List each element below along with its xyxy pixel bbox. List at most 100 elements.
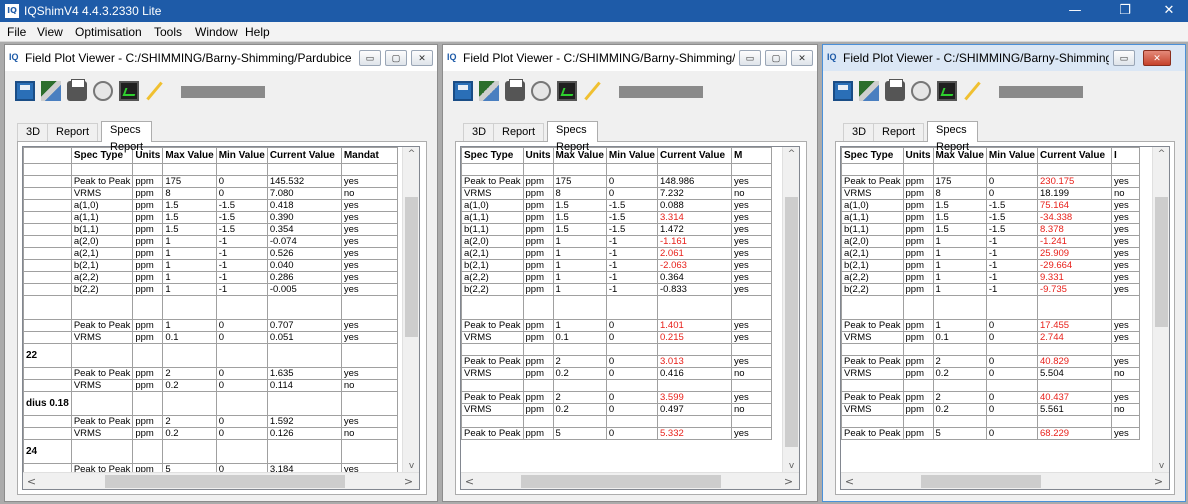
field-plot-viewer-window[interactable]: IQ Field Plot Viewer - C:/SHIMMING/Barny-…: [442, 44, 818, 502]
scroll-left-icon[interactable]: <: [841, 473, 858, 489]
horizontal-scrollbar[interactable]: < >: [461, 472, 799, 489]
column-header[interactable]: Spec Type: [461, 147, 524, 164]
column-header[interactable]: [23, 147, 72, 164]
scroll-up-icon[interactable]: ^: [783, 147, 799, 162]
window-maximize-button[interactable]: ▢: [385, 50, 407, 66]
field-plot-viewer-window[interactable]: IQ Field Plot Viewer - C:/SHIMMING/Barny-…: [4, 44, 438, 502]
vertical-scrollbar[interactable]: ^ v: [402, 147, 419, 474]
scroll-right-icon[interactable]: >: [780, 473, 797, 489]
tab-specs-report[interactable]: Specs Report: [101, 121, 153, 153]
vertical-scroll-thumb[interactable]: [785, 197, 798, 447]
edit-icon[interactable]: [41, 81, 61, 101]
horizontal-scroll-thumb[interactable]: [521, 475, 721, 488]
table-cell: no: [340, 427, 398, 440]
vertical-scrollbar[interactable]: ^ v: [782, 147, 799, 474]
vertical-scroll-thumb[interactable]: [1155, 197, 1168, 327]
specs-table-viewport[interactable]: Spec TypeUnitsMax ValueMin ValueCurrent …: [840, 146, 1170, 490]
column-header[interactable]: Units: [902, 147, 934, 164]
print-icon[interactable]: [67, 79, 87, 101]
horizontal-scroll-thumb[interactable]: [105, 475, 345, 488]
table-row: a(2,2) ppm 1 -1 0.286 yes: [23, 271, 398, 284]
zoom-icon[interactable]: [93, 81, 113, 101]
specs-report-pane: Spec TypeUnitsMax ValueMin ValueCurrent …: [835, 141, 1175, 495]
tab-specs-report[interactable]: Specs Report: [547, 121, 599, 153]
chart-icon[interactable]: [557, 81, 577, 101]
minimize-button[interactable]: —: [1060, 2, 1090, 20]
horizontal-scrollbar[interactable]: < >: [23, 472, 419, 489]
specs-table-viewport[interactable]: Spec TypeUnitsMax ValueMin ValueCurrent …: [22, 146, 420, 490]
pencil-icon[interactable]: [583, 81, 603, 101]
zoom-icon[interactable]: [911, 81, 931, 101]
tab-report[interactable]: Report: [493, 123, 545, 141]
menu-help[interactable]: Help: [245, 25, 270, 39]
menu-view[interactable]: View: [37, 25, 63, 39]
scroll-left-icon[interactable]: <: [23, 473, 40, 489]
column-header[interactable]: Current Value: [1037, 147, 1112, 164]
close-button[interactable]: ✕: [1154, 2, 1184, 20]
menu-tools[interactable]: Tools: [154, 25, 182, 39]
column-header[interactable]: Spec Type: [841, 147, 904, 164]
current-value-cell: 0.354: [266, 223, 342, 236]
tab-3d[interactable]: 3D: [463, 123, 496, 141]
tab-report[interactable]: Report: [873, 123, 925, 141]
column-header[interactable]: Min Value: [985, 147, 1039, 164]
scroll-left-icon[interactable]: <: [461, 473, 478, 489]
pencil-icon[interactable]: [145, 81, 165, 101]
restore-button[interactable]: ❐: [1110, 2, 1140, 20]
tab-3d[interactable]: 3D: [843, 123, 876, 141]
window-titlebar[interactable]: IQ Field Plot Viewer - C:/SHIMMING/Barny-…: [5, 45, 437, 71]
window-minimize-button[interactable]: ▭: [1113, 50, 1135, 66]
edit-icon[interactable]: [859, 81, 879, 101]
tab-report[interactable]: Report: [47, 123, 99, 141]
chart-icon[interactable]: [937, 81, 957, 101]
column-header[interactable]: M: [731, 147, 772, 164]
save-icon[interactable]: [453, 81, 473, 101]
menu-file[interactable]: File: [7, 25, 26, 39]
chart-icon[interactable]: [119, 81, 139, 101]
zoom-icon[interactable]: [531, 81, 551, 101]
pencil-icon[interactable]: [963, 81, 983, 101]
group-label: dius 0.18: [23, 391, 72, 416]
column-header[interactable]: Current Value: [657, 147, 732, 164]
vertical-scroll-thumb[interactable]: [405, 197, 418, 337]
horizontal-scrollbar[interactable]: < >: [841, 472, 1169, 489]
print-icon[interactable]: [885, 79, 905, 101]
window-titlebar[interactable]: IQ Field Plot Viewer - C:/SHIMMING/Barny-…: [443, 45, 817, 71]
edit-icon[interactable]: [479, 81, 499, 101]
field-plot-viewer-window[interactable]: IQ Field Plot Viewer - C:/SHIMMING/Barny-…: [822, 44, 1186, 502]
table-cell: [932, 379, 987, 392]
tab-specs-report[interactable]: Specs Report: [927, 121, 979, 153]
window-minimize-button[interactable]: ▭: [739, 50, 761, 66]
window-close-button[interactable]: ✕: [791, 50, 813, 66]
menu-optimisation[interactable]: Optimisation: [75, 25, 142, 39]
column-header[interactable]: Min Value: [605, 147, 659, 164]
table-cell: 1: [552, 271, 607, 284]
table-cell: 1: [162, 247, 217, 260]
column-header[interactable]: I: [1111, 147, 1140, 164]
table-cell: [23, 379, 72, 392]
window-maximize-button[interactable]: ▢: [765, 50, 787, 66]
specs-table-viewport[interactable]: Spec TypeUnitsMax ValueMin ValueCurrent …: [460, 146, 800, 490]
save-icon[interactable]: [833, 81, 853, 101]
column-header[interactable]: Current Value: [266, 147, 342, 164]
scroll-right-icon[interactable]: >: [400, 473, 417, 489]
menu-window[interactable]: Window: [195, 25, 238, 39]
window-close-button[interactable]: ✕: [411, 50, 433, 66]
column-header[interactable]: Mandat: [340, 147, 398, 164]
column-header[interactable]: Min Value: [215, 147, 268, 164]
print-icon[interactable]: [505, 79, 525, 101]
scroll-right-icon[interactable]: >: [1150, 473, 1167, 489]
horizontal-scroll-thumb[interactable]: [921, 475, 1041, 488]
column-header[interactable]: Max Value: [162, 147, 217, 164]
window-titlebar[interactable]: IQ Field Plot Viewer - C:/SHIMMING/Barny-…: [823, 45, 1185, 71]
current-value-cell: 7.232: [657, 187, 732, 200]
current-value-cell: 0.114: [266, 379, 342, 392]
column-header[interactable]: Units: [522, 147, 554, 164]
vertical-scrollbar[interactable]: ^ v: [1152, 147, 1169, 474]
window-close-button[interactable]: ✕: [1143, 50, 1171, 66]
tab-3d[interactable]: 3D: [17, 123, 50, 141]
scroll-up-icon[interactable]: ^: [403, 147, 419, 162]
save-icon[interactable]: [15, 81, 35, 101]
window-minimize-button[interactable]: ▭: [359, 50, 381, 66]
scroll-up-icon[interactable]: ^: [1153, 147, 1169, 162]
